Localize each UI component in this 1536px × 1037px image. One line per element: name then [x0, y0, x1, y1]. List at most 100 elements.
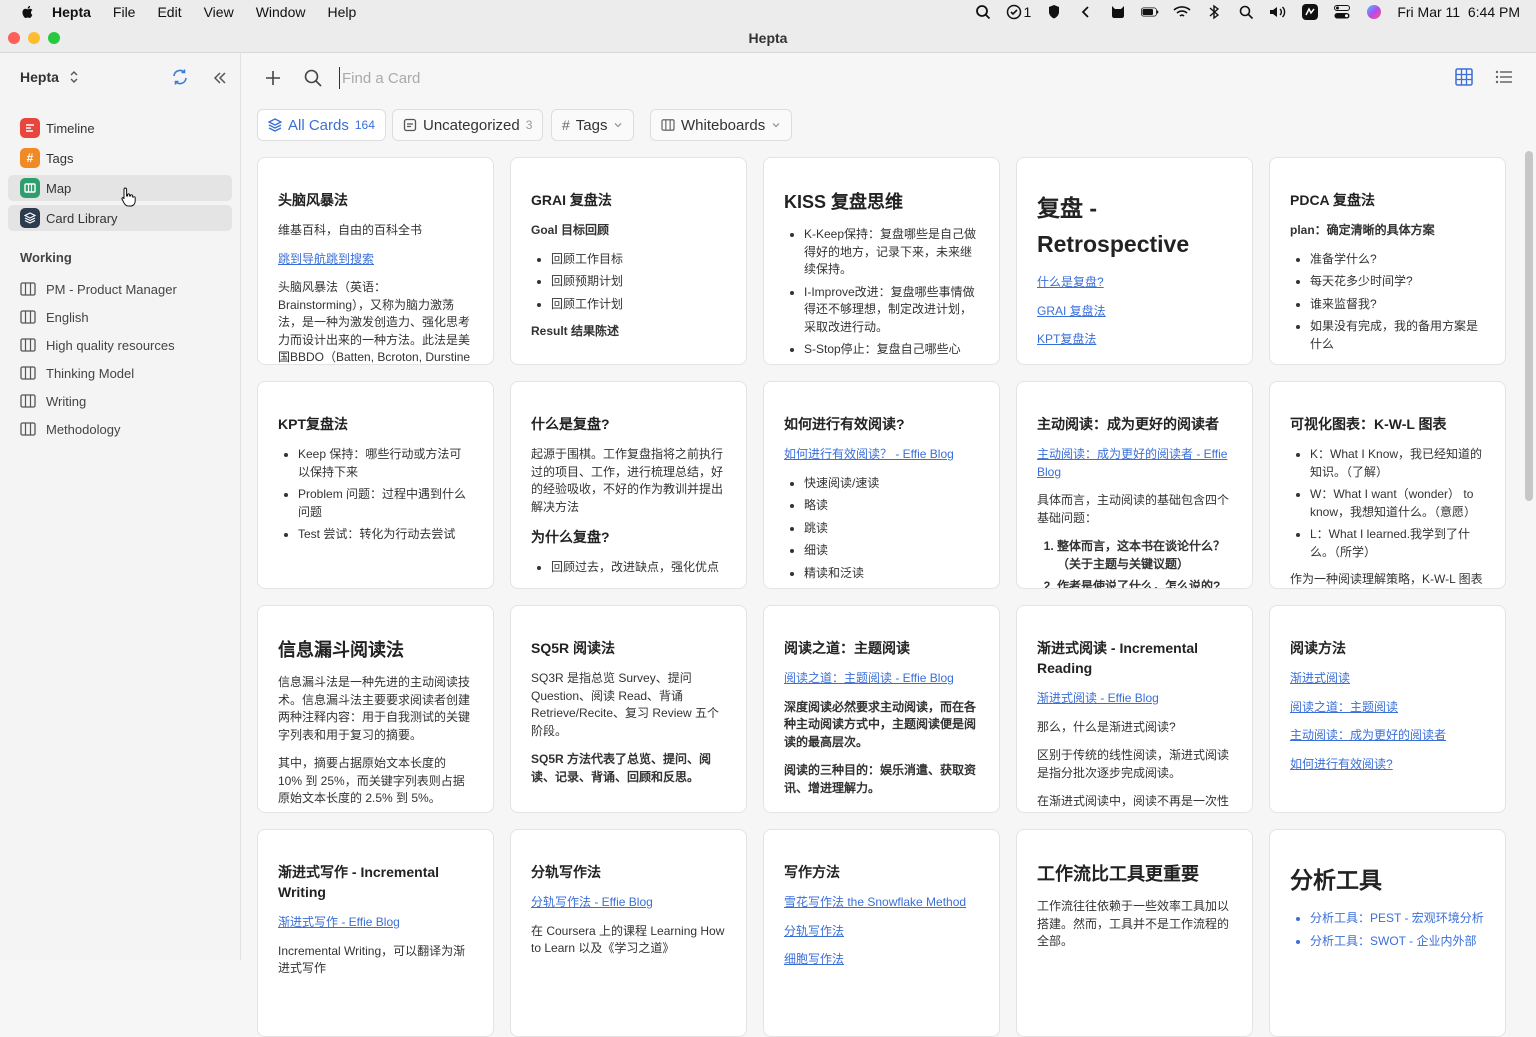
list-item: 回顾过去，改进缺点，强化优点: [551, 559, 726, 577]
spotlight-search-icon[interactable]: [1237, 4, 1255, 20]
filter-label: Uncategorized: [423, 116, 520, 134]
list-view-icon[interactable]: [1495, 70, 1513, 84]
sidebar-board-methodology[interactable]: Methodology: [20, 418, 120, 440]
sidebar-item-timeline[interactable]: Timeline: [8, 115, 232, 141]
chevron-left-icon[interactable]: [1077, 4, 1095, 20]
card-link[interactable]: 什么是复盘?: [1037, 274, 1232, 292]
shield-icon[interactable]: [1045, 4, 1063, 20]
checks-status[interactable]: 1: [1006, 4, 1031, 20]
sync-icon[interactable]: [171, 68, 189, 86]
card-link[interactable]: 跳到导航跳到搜索: [278, 251, 473, 269]
card-title: PDCA 复盘法: [1290, 192, 1376, 208]
menu-view[interactable]: View: [204, 4, 234, 20]
card-list: K-Keep保持：复盘哪些是自己做得好的地方，记录下来，未来继续保持。I-Imp…: [784, 226, 979, 359]
close-window-button[interactable]: [8, 32, 20, 44]
card-list: 回顾过去，改进缺点，强化优点: [531, 559, 726, 577]
siri-icon[interactable]: [1365, 4, 1383, 20]
card[interactable]: 分析工具分析工具：PEST - 宏观环境分析分析工具：SWOT - 企业内外部: [1269, 829, 1506, 1037]
card-link[interactable]: 渐进式写作 - Effie Blog: [278, 914, 473, 932]
bluetooth-icon[interactable]: [1205, 4, 1223, 20]
menu-window[interactable]: Window: [256, 4, 306, 20]
list-item: K-Keep保持：复盘哪些是自己做得好的地方，记录下来，未来继续保持。: [804, 226, 979, 279]
wifi-icon[interactable]: [1173, 4, 1191, 20]
card[interactable]: SQ5R 阅读法 SQ3R 是指总览 Survey、提问 Question、阅读 …: [510, 605, 747, 813]
card[interactable]: 什么是复盘? 起源于围棋。工作复盘指将之前执行过的项目、工作，进行梳理总结，好的经…: [510, 381, 747, 589]
card-paragraph: 起源于围棋。工作复盘指将之前执行过的项目、工作，进行梳理总结，好的经验吸收，不好…: [531, 447, 724, 514]
card-link[interactable]: 阅读之道：主题阅读 - Effie Blog: [784, 670, 979, 688]
menu-app-name[interactable]: Hepta: [52, 4, 91, 20]
status-area: 1 Fri Mar 11 6:44 PM: [974, 0, 1520, 24]
workspace-switcher[interactable]: Hepta: [20, 69, 79, 85]
card[interactable]: 分轨写作法 分轨写作法 - Effie Blog 在 Coursera 上的课程 L…: [510, 829, 747, 1037]
card[interactable]: 阅读方法 渐进式阅读 阅读之道：主题阅读 主动阅读：成为更好的阅读者 如何进行有效阅读?: [1269, 605, 1506, 813]
card[interactable]: 写作方法 雪花写作法 the Snowflake Method 分轨写作法 细胞写作法: [763, 829, 1000, 1037]
minimize-window-button[interactable]: [28, 32, 40, 44]
card[interactable]: PDCA 复盘法 plan：确定清晰的具体方案准备学什么? 每天花多少时间学? 谁来监…: [1269, 157, 1506, 365]
filter-tags[interactable]: # Tags: [551, 109, 635, 141]
card-link[interactable]: GRAI 复盘法: [1037, 303, 1232, 321]
search-input[interactable]: [339, 67, 639, 89]
filter-all-cards[interactable]: All Cards 164: [257, 109, 386, 141]
card[interactable]: 渐进式写作 - Incremental Writing 渐进式写作 - Effie…: [257, 829, 494, 1037]
menu-help[interactable]: Help: [327, 4, 356, 20]
card-link[interactable]: 渐进式阅读: [1290, 670, 1485, 688]
key-search-icon[interactable]: [974, 4, 992, 20]
card[interactable]: KISS 复盘思维 K-Keep保持：复盘哪些是自己做得好的地方，记录下来，未来继…: [763, 157, 1000, 365]
menu-edit[interactable]: Edit: [157, 4, 181, 20]
card[interactable]: 工作流比工具更重要 工作流往往依赖于一些效率工具加以搭建。然而，工具并不是工作流程…: [1016, 829, 1253, 1037]
card[interactable]: GRAI 复盘法 Goal 目标回顾回顾工作目标回顾预期计划回顾工作计划 Resul…: [510, 157, 747, 365]
volume-icon[interactable]: [1269, 4, 1287, 20]
card[interactable]: 阅读之道：主题阅读 阅读之道：主题阅读 - Effie Blog 深度阅读必然要求主…: [763, 605, 1000, 813]
filter-whiteboards[interactable]: Whiteboards: [650, 109, 793, 141]
card-link[interactable]: 主动阅读：成为更好的阅读者 - Effie Blog: [1037, 446, 1232, 481]
map-icon: [20, 178, 40, 198]
card-link[interactable]: 如何进行有效阅读?: [1290, 756, 1485, 774]
sidebar-board-pm[interactable]: PM - Product Manager: [20, 278, 177, 300]
card-link[interactable]: 主动阅读：成为更好的阅读者: [1290, 727, 1485, 745]
card-title: 工作流比工具更重要: [1037, 864, 1199, 884]
card[interactable]: 主动阅读：成为更好的阅读者 主动阅读：成为更好的阅读者 - Effie Blog 具…: [1016, 381, 1253, 589]
scrollbar[interactable]: [1525, 151, 1533, 501]
card[interactable]: KPT复盘法 Keep 保持：哪些行动或方法可以保持下来 Problem 问题：过程…: [257, 381, 494, 589]
chevron-down-icon: [615, 123, 622, 128]
grid-view-icon[interactable]: [1455, 68, 1473, 86]
collapse-sidebar-icon[interactable]: [212, 70, 228, 86]
card-link[interactable]: 雪花写作法 the Snowflake Method: [784, 894, 979, 912]
card-link[interactable]: 渐进式阅读 - Effie Blog: [1037, 690, 1232, 708]
filter-uncategorized[interactable]: Uncategorized 3: [392, 109, 544, 141]
cat-icon[interactable]: [1109, 4, 1127, 20]
sidebar-item-map[interactable]: Map: [8, 175, 232, 201]
control-center-icon[interactable]: [1333, 4, 1351, 20]
card-paragraph: 具体而言，主动阅读的基础包含四个基础问题：: [1037, 493, 1230, 525]
board-label: Methodology: [46, 421, 121, 437]
sidebar-item-card-library[interactable]: Card Library: [8, 205, 232, 231]
card[interactable]: 渐进式阅读 - Incremental Reading 渐进式阅读 - Effie…: [1016, 605, 1253, 813]
menu-file[interactable]: File: [113, 4, 136, 20]
app-status-icon[interactable]: [1301, 4, 1319, 20]
card-link[interactable]: 阅读之道：主题阅读: [1290, 699, 1485, 717]
card-link[interactable]: 如何进行有效阅读？ - Effie Blog: [784, 446, 979, 464]
apple-icon[interactable]: [20, 4, 36, 20]
battery-icon[interactable]: [1141, 4, 1159, 20]
timeline-icon: [20, 118, 40, 138]
card-link[interactable]: 分析工具：PEST - 宏观环境分析: [1310, 910, 1485, 928]
card-title: 分轨写作法: [531, 864, 601, 880]
menubar-clock[interactable]: Fri Mar 11 6:44 PM: [1397, 4, 1520, 20]
card-link[interactable]: KPT复盘法: [1037, 331, 1232, 349]
main-area: All Cards 164 Uncategorized 3 # Tags Whi…: [241, 53, 1536, 1037]
card[interactable]: 如何进行有效阅读? 如何进行有效阅读？ - Effie Blog 快速阅读/速读略读…: [763, 381, 1000, 589]
sidebar-item-tags[interactable]: # Tags: [8, 145, 232, 171]
add-card-button[interactable]: [263, 68, 283, 88]
card-link[interactable]: 分析工具：SWOT - 企业内外部: [1310, 933, 1485, 951]
card-link[interactable]: 分轨写作法: [784, 923, 979, 941]
card[interactable]: 复盘 - Retrospective 什么是复盘? GRAI 复盘法 KPT复盘法: [1016, 157, 1253, 365]
sidebar-board-writing[interactable]: Writing: [20, 390, 86, 412]
zoom-window-button[interactable]: [48, 32, 60, 44]
sidebar-board-english[interactable]: English: [20, 306, 89, 328]
card[interactable]: 头脑风暴法 维基百科，自由的百科全书 跳到导航跳到搜索 头脑风暴法（英语：Brains…: [257, 157, 494, 365]
card-link[interactable]: 分轨写作法 - Effie Blog: [531, 894, 726, 912]
sidebar-board-high-quality-resources[interactable]: High quality resources: [20, 334, 175, 356]
card[interactable]: 可视化图表：K-W-L 图表 K：What I Know，我已经知道的知识。（了解…: [1269, 381, 1506, 589]
card[interactable]: 信息漏斗阅读法 信息漏斗法是一种先进的主动阅读技术。信息漏斗法主要要求阅读者创建两…: [257, 605, 494, 813]
sidebar-board-thinking-model[interactable]: Thinking Model: [20, 362, 134, 384]
